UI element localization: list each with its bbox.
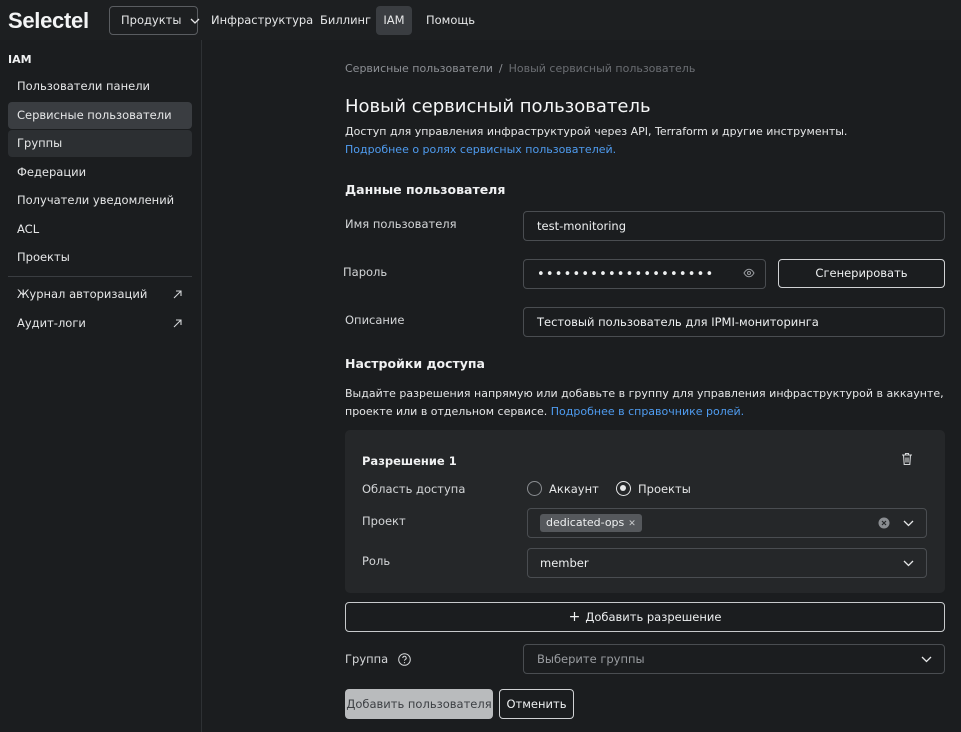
sidebar-item-notification-recipients[interactable]: Получатели уведомлений	[8, 187, 192, 214]
page-description: Доступ для управления инфраструктурой че…	[345, 125, 848, 138]
project-tag: dedicated-ops ✕	[540, 514, 642, 532]
breadcrumb: Сервисные пользователи / Новый сервисный п…	[345, 62, 695, 75]
permission-title: Разрешение 1	[362, 454, 457, 468]
sidebar-item-projects[interactable]: Проекты	[8, 244, 192, 271]
add-permission-label: Добавить разрешение	[585, 610, 722, 624]
add-permission-button[interactable]: + Добавить разрешение	[345, 602, 945, 632]
password-value: ••••••••••••••••••••	[537, 267, 715, 282]
generate-password-button[interactable]: Сгенерировать	[778, 259, 945, 288]
sidebar-item-auth-log[interactable]: Журнал авторизаций	[8, 281, 192, 308]
description-label: Описание	[345, 313, 405, 327]
sidebar-item-federations[interactable]: Федерации	[8, 159, 192, 186]
scope-radio-projects[interactable]: Проекты	[616, 481, 691, 496]
permission-card: Разрешение 1 Область доступа Аккаунт Про…	[345, 430, 945, 593]
role-label: Роль	[362, 554, 391, 568]
sidebar-title: IAM	[8, 53, 32, 66]
sidebar-item-panel-users[interactable]: Пользователи панели	[8, 73, 192, 100]
main-content: Сервисные пользователи / Новый сервисный п…	[202, 40, 961, 732]
chevron-down-icon	[921, 656, 932, 663]
project-label: Проект	[362, 514, 406, 528]
description-input[interactable]: Тестовый пользователь для IPMI-мониторин…	[523, 307, 945, 337]
roles-reference-link[interactable]: Подробнее в справочнике ролей.	[551, 405, 744, 418]
user-data-section-title: Данные пользователя	[345, 182, 506, 197]
cancel-button[interactable]: Отменить	[499, 689, 574, 719]
role-select[interactable]: member	[527, 548, 927, 578]
external-link-icon	[173, 290, 182, 299]
sidebar-item-acl[interactable]: ACL	[8, 216, 192, 243]
page-title: Новый сервисный пользователь	[345, 96, 651, 117]
nav-iam[interactable]: IAM	[376, 6, 412, 35]
nav-billing[interactable]: Биллинг	[309, 6, 382, 35]
sidebar: IAM Пользователи панели Сервисные пользо…	[0, 40, 202, 732]
plus-icon: +	[568, 609, 581, 625]
sidebar-item-label: Журнал авторизаций	[17, 287, 148, 301]
radio-circle	[527, 481, 542, 496]
nav-infrastructure[interactable]: Инфраструктура	[200, 6, 324, 35]
breadcrumb-separator: /	[498, 62, 503, 75]
breadcrumb-current: Новый сервисный пользователь	[508, 62, 696, 75]
group-select[interactable]: Выберите группы	[523, 644, 945, 674]
scope-label: Область доступа	[362, 482, 466, 496]
chevron-down-icon	[903, 520, 914, 527]
trash-icon[interactable]	[901, 452, 913, 466]
service-users-roles-link[interactable]: Подробнее о ролях сервисных пользователе…	[345, 143, 616, 156]
role-value: member	[540, 556, 589, 570]
external-link-icon	[173, 319, 182, 328]
sidebar-item-service-users[interactable]: Сервисные пользователи	[8, 102, 192, 129]
top-bar: Selectel Продукты Инфраструктура Биллинг…	[0, 0, 961, 40]
group-placeholder: Выберите группы	[537, 652, 645, 666]
access-description: Выдайте разрешения напрямую или добавьте…	[345, 385, 945, 421]
tag-remove-icon[interactable]: ✕	[628, 519, 636, 529]
scope-radio-account[interactable]: Аккаунт	[527, 481, 599, 496]
username-input[interactable]: test-monitoring	[523, 211, 945, 241]
help-icon[interactable]	[398, 653, 411, 666]
password-input[interactable]: ••••••••••••••••••••	[523, 259, 766, 289]
scope-option-account: Аккаунт	[549, 481, 599, 496]
app: Selectel Продукты Инфраструктура Биллинг…	[0, 0, 961, 732]
nav-products-button[interactable]: Продукты	[109, 6, 200, 35]
nav-products-label: Продукты	[121, 13, 182, 27]
breadcrumb-parent[interactable]: Сервисные пользователи	[345, 62, 493, 75]
group-label: Группа	[345, 652, 389, 666]
chevron-down-icon	[190, 18, 200, 24]
project-tag-label: dedicated-ops	[546, 516, 625, 529]
clear-icon[interactable]	[878, 517, 890, 529]
sidebar-divider	[8, 276, 192, 277]
group-label-wrap: Группа	[345, 652, 411, 666]
radio-circle-selected	[616, 481, 631, 496]
project-select[interactable]: dedicated-ops ✕	[527, 508, 927, 538]
sidebar-item-groups[interactable]: Группы	[8, 130, 192, 157]
logo[interactable]: Selectel	[8, 8, 89, 34]
chevron-down-icon	[903, 560, 914, 567]
scope-option-projects: Проекты	[638, 481, 691, 496]
nav-help[interactable]: Помощь	[415, 6, 486, 35]
sidebar-item-label: Аудит-логи	[17, 316, 86, 330]
eye-icon[interactable]	[743, 268, 755, 278]
password-label: Пароль	[343, 265, 388, 279]
sidebar-item-audit-logs[interactable]: Аудит-логи	[8, 310, 192, 337]
username-label: Имя пользователя	[345, 217, 457, 231]
access-section-title: Настройки доступа	[345, 356, 485, 371]
add-user-button[interactable]: Добавить пользователя	[345, 689, 493, 719]
